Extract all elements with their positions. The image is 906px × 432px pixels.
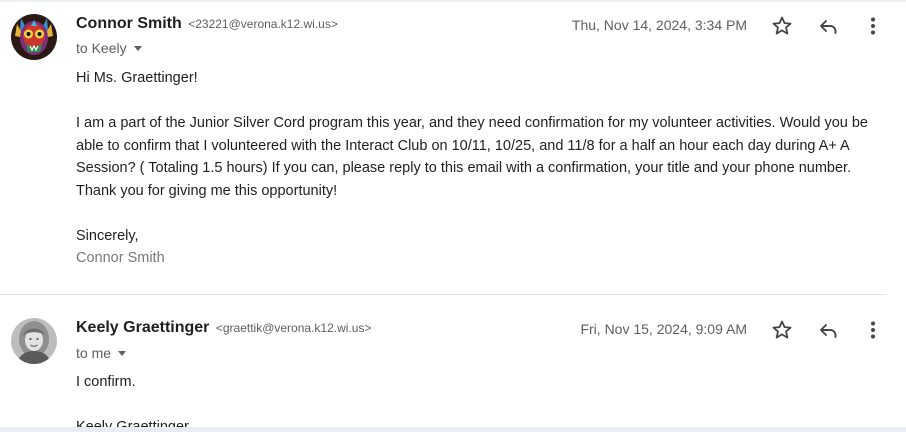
reply-icon <box>820 324 837 338</box>
sender-name[interactable]: Keely Graettinger <box>76 319 209 336</box>
recipient-label: to Keely <box>76 40 127 56</box>
timestamp: Fri, Nov 15, 2024, 9:09 AM <box>580 321 747 337</box>
avatar[interactable] <box>11 318 57 364</box>
colorful-mask-avatar-icon <box>11 14 57 60</box>
message-body: I confirm. Keely Graettinger <box>76 371 891 427</box>
body-text: I confirm. <box>76 374 136 390</box>
sender-line: Keely Graettinger <graettik@verona.k12.w… <box>76 319 371 337</box>
avatar[interactable] <box>11 14 57 60</box>
sender-name[interactable]: Connor Smith <box>76 15 182 32</box>
reply-icon <box>820 20 837 34</box>
more-vert-icon <box>871 321 875 339</box>
recipient-dropdown[interactable]: to me <box>76 345 127 361</box>
caret-down-icon <box>133 46 142 51</box>
signature: Keely Graettinger <box>76 419 189 427</box>
star-icon <box>772 16 792 35</box>
sender-email: <23221@verona.k12.wi.us> <box>188 17 338 31</box>
reply-button[interactable] <box>816 318 840 342</box>
sender-email: <graettik@verona.k12.wi.us> <box>215 321 372 335</box>
reply-button[interactable] <box>816 14 840 38</box>
message-divider <box>0 294 886 295</box>
photo-avatar-icon <box>11 318 57 364</box>
timestamp: Thu, Nov 14, 2024, 3:34 PM <box>571 17 747 33</box>
caret-down-icon <box>118 351 127 356</box>
bottom-edge <box>0 427 906 432</box>
star-button[interactable] <box>770 318 794 342</box>
greeting: Hi Ms. Graettinger! <box>76 70 198 86</box>
closing: Sincerely, <box>76 227 139 244</box>
more-options-button[interactable] <box>861 318 885 342</box>
email-message: Connor Smith <23221@verona.k12.wi.us> to… <box>0 0 906 295</box>
recipient-dropdown[interactable]: to Keely <box>76 40 142 56</box>
more-options-button[interactable] <box>861 14 885 38</box>
recipient-label: to me <box>76 345 112 361</box>
message-body: Hi Ms. Graettinger! I am a part of the J… <box>76 67 891 270</box>
sender-line: Connor Smith <23221@verona.k12.wi.us> <box>76 15 338 33</box>
body-paragraph: I am a part of the Junior Silver Cord pr… <box>76 115 868 199</box>
signature: Connor Smith <box>76 250 165 266</box>
email-message: Keely Graettinger <graettik@verona.k12.w… <box>0 296 906 427</box>
star-icon <box>772 320 792 339</box>
star-button[interactable] <box>770 14 794 38</box>
more-vert-icon <box>871 17 875 35</box>
